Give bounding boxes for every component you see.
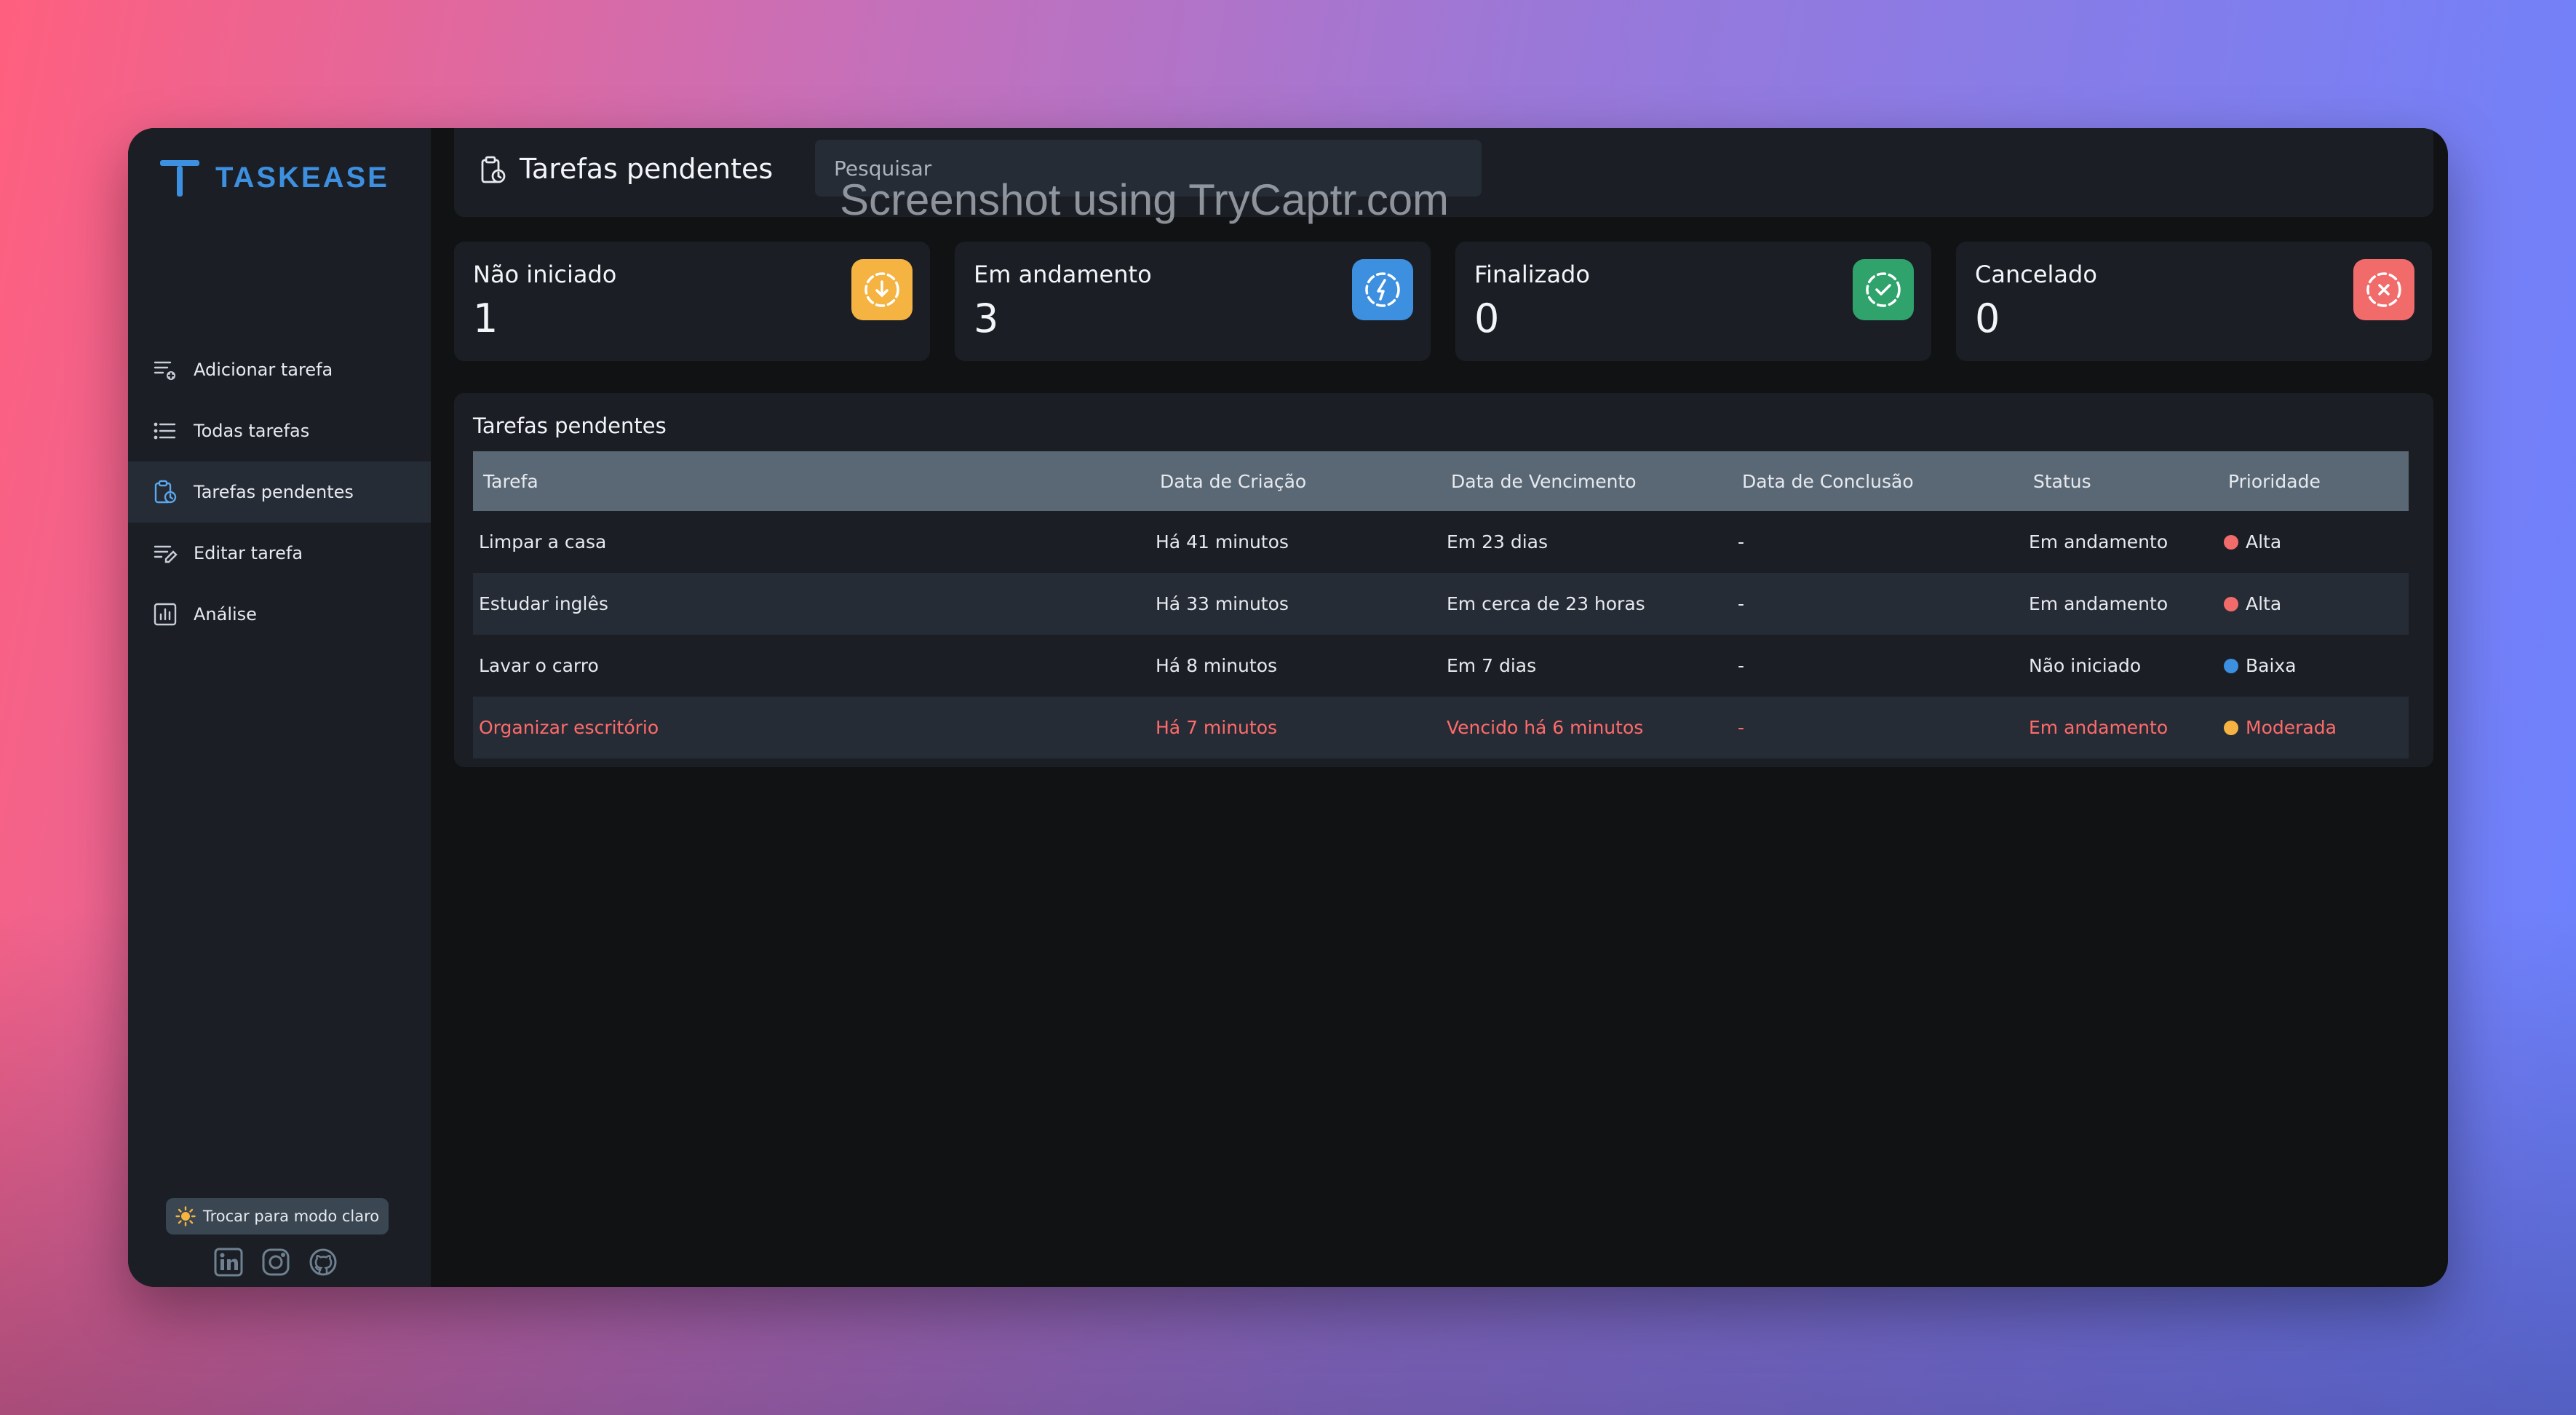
- column-header[interactable]: Data de Vencimento: [1441, 451, 1732, 511]
- add-task-icon: [154, 361, 175, 380]
- status: Em andamento: [2029, 717, 2168, 738]
- tasks-table: Tarefa Data de Criação Data de Venciment…: [473, 451, 2409, 758]
- theme-toggle-button[interactable]: Trocar para modo claro: [166, 1198, 389, 1234]
- stat-label: Não iniciado: [473, 261, 617, 288]
- priority: Moderada: [2246, 717, 2337, 738]
- priority-dot-icon: [2224, 535, 2238, 550]
- linkedin-icon[interactable]: [214, 1248, 243, 1277]
- stat-count: 0: [1975, 296, 2000, 341]
- table-row[interactable]: Lavar o carro Há 8 minutos Em 7 dias - N…: [473, 635, 2409, 697]
- stat-count: 0: [1474, 296, 1500, 341]
- sidebar-item-label: Editar tarefa: [194, 543, 303, 563]
- column-header[interactable]: Prioridade: [2218, 451, 2409, 511]
- priority-dot-icon: [2224, 597, 2238, 611]
- priority-cell: Alta: [2218, 511, 2409, 573]
- not-started-icon: [851, 259, 913, 320]
- page-title: Tarefas pendentes: [520, 153, 774, 185]
- task-name: Organizar escritório: [479, 717, 659, 738]
- sidebar-item-label: Análise: [194, 604, 257, 625]
- completed-icon: [1853, 259, 1914, 320]
- sidebar-item-label: Todas tarefas: [194, 421, 310, 441]
- stat-count: 1: [473, 296, 498, 341]
- priority-dot-icon: [2224, 721, 2238, 735]
- priority: Alta: [2246, 593, 2282, 614]
- header: Tarefas pendentes: [454, 128, 2433, 217]
- table-row[interactable]: Estudar inglês Há 33 minutos Em cerca de…: [473, 573, 2409, 635]
- sidebar-item-label: Adicionar tarefa: [194, 360, 333, 380]
- created-date: Há 7 minutos: [1156, 717, 1278, 738]
- priority-cell: Moderada: [2218, 697, 2409, 758]
- task-name: Limpar a casa: [479, 531, 607, 552]
- column-header[interactable]: Status: [2023, 451, 2218, 511]
- table-row-overdue[interactable]: Organizar escritório Há 7 minutos Vencid…: [473, 697, 2409, 758]
- priority-cell: Alta: [2218, 573, 2409, 635]
- created-date: Há 33 minutos: [1156, 593, 1289, 614]
- stat-label: Em andamento: [974, 261, 1152, 288]
- sidebar: TASKEASE Adicionar tarefa Todas tarefas: [128, 128, 431, 1287]
- sidebar-item-analise[interactable]: Análise: [128, 584, 431, 645]
- task-name: Estudar inglês: [479, 593, 608, 614]
- social-links: [214, 1248, 356, 1277]
- sidebar-item-label: Tarefas pendentes: [194, 482, 354, 502]
- clipboard-clock-icon: [481, 156, 506, 183]
- priority: Alta: [2246, 531, 2282, 552]
- column-header[interactable]: Data de Conclusão: [1732, 451, 2023, 511]
- theme-toggle-label: Trocar para modo claro: [202, 1208, 380, 1225]
- list-icon: [154, 422, 176, 440]
- stat-card-not-started[interactable]: Não iniciado 1: [454, 242, 930, 361]
- due-date: Em 7 dias: [1447, 655, 1537, 676]
- stat-card-cancelled[interactable]: Cancelado 0: [1956, 242, 2432, 361]
- completed-date: -: [1738, 655, 1745, 676]
- priority: Baixa: [2246, 655, 2297, 676]
- clipboard-clock-icon: [154, 480, 177, 504]
- sun-icon: [175, 1206, 196, 1226]
- status: Em andamento: [2029, 531, 2168, 552]
- sidebar-item-adicionar-tarefa[interactable]: Adicionar tarefa: [128, 339, 431, 400]
- table-title: Tarefas pendentes: [473, 413, 667, 438]
- completed-date: -: [1738, 717, 1745, 738]
- status: Não iniciado: [2029, 655, 2142, 676]
- stat-card-completed[interactable]: Finalizado 0: [1455, 242, 1931, 361]
- app-name: TASKEASE: [215, 161, 389, 194]
- pending-tasks-panel: Tarefas pendentes Tarefa Data de Criação…: [454, 393, 2433, 767]
- stat-label: Cancelado: [1975, 261, 2097, 288]
- sidebar-item-editar-tarefa[interactable]: Editar tarefa: [128, 523, 431, 584]
- logo[interactable]: TASKEASE: [159, 157, 389, 198]
- table-header-row: Tarefa Data de Criação Data de Venciment…: [473, 451, 2409, 511]
- created-date: Há 8 minutos: [1156, 655, 1278, 676]
- status: Em andamento: [2029, 593, 2168, 614]
- in-progress-icon: [1352, 259, 1413, 320]
- cancelled-icon: [2353, 259, 2414, 320]
- due-date: Em 23 dias: [1447, 531, 1549, 552]
- search-input[interactable]: [815, 140, 1482, 197]
- stat-count: 3: [974, 296, 999, 341]
- app-window: TASKEASE Adicionar tarefa Todas tarefas: [128, 128, 2448, 1287]
- edit-list-icon: [154, 545, 178, 563]
- task-name: Lavar o carro: [479, 655, 599, 676]
- github-icon[interactable]: [309, 1248, 338, 1277]
- due-date: Vencido há 6 minutos: [1447, 717, 1644, 738]
- priority-dot-icon: [2224, 659, 2238, 673]
- status-cards: Não iniciado 1 Em andamento 3 Finalizado…: [454, 242, 2432, 361]
- due-date: Em cerca de 23 horas: [1447, 593, 1645, 614]
- sidebar-item-todas-tarefas[interactable]: Todas tarefas: [128, 400, 431, 461]
- priority-cell: Baixa: [2218, 635, 2409, 697]
- column-header[interactable]: Tarefa: [473, 451, 1150, 511]
- stat-label: Finalizado: [1474, 261, 1590, 288]
- created-date: Há 41 minutos: [1156, 531, 1289, 552]
- instagram-icon[interactable]: [261, 1248, 290, 1277]
- table-row[interactable]: Limpar a casa Há 41 minutos Em 23 dias -…: [473, 511, 2409, 573]
- stat-card-in-progress[interactable]: Em andamento 3: [955, 242, 1431, 361]
- column-header[interactable]: Data de Criação: [1150, 451, 1441, 511]
- taskease-logo-icon: [160, 160, 199, 197]
- analytics-icon: [154, 603, 177, 626]
- sidebar-item-tarefas-pendentes[interactable]: Tarefas pendentes: [128, 461, 431, 523]
- completed-date: -: [1738, 531, 1745, 552]
- completed-date: -: [1738, 593, 1745, 614]
- sidebar-nav: Adicionar tarefa Todas tarefas Tarefas p…: [128, 339, 431, 645]
